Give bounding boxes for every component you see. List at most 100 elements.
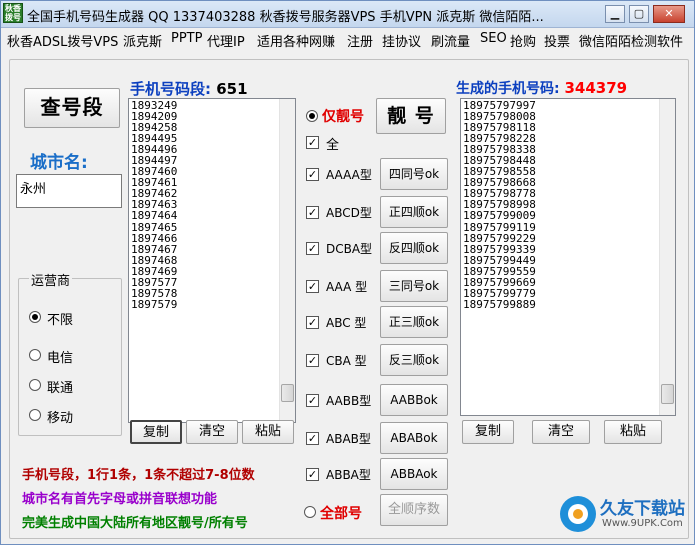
type-button-dcba[interactable]: 反四顺ok [380, 232, 448, 264]
menu-item-seo[interactable]: SEO [480, 31, 507, 46]
app-icon: 秋香 拨号 [3, 3, 23, 23]
type-checkbox-cba[interactable]: ✓ [306, 354, 319, 367]
type-checkbox-dcba[interactable]: ✓ [306, 242, 319, 255]
type-button-abab[interactable]: ABABok [380, 422, 448, 454]
type-checkbox-label-abab: ABAB型 [326, 432, 371, 446]
generated-scrollbar[interactable] [659, 99, 675, 415]
note-generate-all: 完美生成中国大陆所有地区靓号/所有号 [22, 516, 248, 531]
type-checkbox-label-abc: ABC 型 [326, 316, 367, 330]
type-checkbox-aabb[interactable]: ✓ [306, 394, 319, 407]
watermark: 久友下载站 Www.9UPK.Com [556, 492, 686, 538]
menu-item-traffic[interactable]: 刷流量 [431, 31, 470, 50]
carrier-radio-telecom[interactable] [29, 349, 41, 361]
generated-list-item[interactable]: 18975799889 [463, 299, 675, 310]
segment-list-item[interactable]: 1897464 [131, 210, 295, 221]
type-checkbox-label-cba: CBA 型 [326, 354, 367, 368]
type-checkbox-abba[interactable]: ✓ [306, 468, 319, 481]
generated-label-text: 生成的手机号码: [456, 81, 560, 97]
menu-item-wechat[interactable]: 微信陌陌检测软件 [579, 31, 683, 50]
pretty-number-button[interactable]: 靓 号 [376, 98, 446, 134]
carrier-label-unicom: 联通 [47, 381, 74, 396]
type-button-aaaa[interactable]: 四同号ok [380, 158, 448, 190]
window-title: 全国手机号码生成器 QQ 1337403288 秋香拨号服务器VPS 手机VPN… [27, 10, 544, 25]
segment-list-item[interactable]: 1897579 [131, 299, 295, 310]
generated-list-item[interactable]: 18975799339 [463, 244, 675, 255]
type-button-abba[interactable]: ABBAok [380, 458, 448, 490]
type-button-abc[interactable]: 正三顺ok [380, 306, 448, 338]
type-button-aabb[interactable]: AABBok [380, 384, 448, 416]
type-checkbox-abab[interactable]: ✓ [306, 432, 319, 445]
type-checkbox-label-dcba: DCBA型 [326, 242, 373, 256]
segment-list-item[interactable]: 1897465 [131, 221, 295, 232]
generated-scroll-thumb[interactable] [661, 384, 674, 404]
only-pretty-radio[interactable] [306, 110, 318, 122]
city-input[interactable]: 永州 [16, 174, 122, 208]
segment-scrollbar[interactable] [279, 99, 295, 422]
segment-list-item[interactable]: 1897467 [131, 244, 295, 255]
segment-label-text: 手机号码段: [130, 80, 211, 98]
watermark-brand: 久友下载站 [600, 499, 685, 519]
carrier-radio-unicom[interactable] [29, 379, 41, 391]
main-panel: 查号段 城市名: 永州 运营商 不限 电信 联通 移动 手机号码段: 651 1… [9, 59, 689, 539]
carrier-group: 运营商 不限 电信 联通 移动 [18, 270, 122, 436]
carrier-group-title: 运营商 [29, 270, 73, 289]
maximize-button[interactable]: ▢ [629, 5, 649, 23]
type-checkbox-label-aabb: AABB型 [326, 394, 372, 408]
menu-item-register[interactable]: 注册 [347, 31, 373, 50]
note-city-suggest: 城市名有首先字母或拼音联想功能 [22, 492, 218, 507]
generated-list-item[interactable]: 18975799229 [463, 233, 675, 244]
segment-count: 651 [216, 80, 248, 98]
type-checkbox-label-aaaa: AAAA型 [326, 168, 372, 182]
segment-scroll-thumb[interactable] [281, 384, 294, 402]
generated-paste-button[interactable]: 粘贴 [604, 420, 662, 444]
type-checkbox-aaa[interactable]: ✓ [306, 280, 319, 293]
type-checkbox-abcd[interactable]: ✓ [306, 206, 319, 219]
carrier-radio-mobile[interactable] [29, 409, 41, 421]
type-button-abcd[interactable]: 正四顺ok [380, 196, 448, 228]
carrier-label-any: 不限 [47, 313, 74, 328]
menu-item-pptp[interactable]: PPTP [171, 31, 202, 46]
sequential-button[interactable]: 全顺序数 [380, 494, 448, 526]
carrier-label-telecom: 电信 [47, 351, 74, 366]
menu-item-protocol[interactable]: 挂协议 [382, 31, 421, 50]
app-window: 秋香 拨号 全国手机号码生成器 QQ 1337403288 秋香拨号服务器VPS… [0, 0, 695, 545]
menu-item-vote[interactable]: 投票 [544, 31, 570, 50]
close-button[interactable]: ✕ [653, 5, 685, 23]
generated-list-item[interactable]: 18975799119 [463, 221, 675, 232]
carrier-radio-any[interactable] [29, 311, 41, 323]
menu-item-earn[interactable]: 适用各种网赚 [257, 31, 335, 50]
title-bar[interactable]: 秋香 拨号 全国手机号码生成器 QQ 1337403288 秋香拨号服务器VPS… [1, 1, 694, 28]
only-pretty-label: 仅靓号 [322, 109, 364, 125]
segment-paste-button[interactable]: 粘贴 [242, 420, 294, 444]
type-button-cba[interactable]: 反三顺ok [380, 344, 448, 376]
type-checkbox-label-abba: ABBA型 [326, 468, 371, 482]
all-checkbox[interactable]: ✓ [306, 136, 319, 149]
segment-copy-button[interactable]: 复制 [130, 420, 182, 444]
segment-clear-button[interactable]: 清空 [186, 420, 238, 444]
type-button-aaa[interactable]: 三同号ok [380, 270, 448, 302]
note-segment-format: 手机号段，1行1条，1条不超过7-8位数 [22, 468, 255, 483]
all-numbers-label: 全部号 [320, 506, 362, 522]
generated-copy-button[interactable]: 复制 [462, 420, 514, 444]
menu-bar: 秋香ADSL拨号VPS 派克斯 PPTP 代理IP 适用各种网赚 注册 挂协议 … [1, 28, 694, 50]
generated-list-item[interactable]: 18975799009 [463, 210, 675, 221]
generated-clear-button[interactable]: 清空 [532, 420, 590, 444]
menu-item-adsl[interactable]: 秋香ADSL拨号VPS [7, 31, 118, 50]
generated-list[interactable]: 18975797997 18975798008 18975798118 1897579… [460, 98, 676, 416]
segment-label: 手机号码段: 651 [130, 78, 248, 99]
menu-item-rush[interactable]: 抢购 [510, 31, 536, 50]
city-label: 城市名: [30, 153, 88, 173]
type-checkbox-aaaa[interactable]: ✓ [306, 168, 319, 181]
segment-list-items: 1893249 1894209 1894258 1894495 1894496 18944… [129, 99, 295, 310]
all-numbers-radio[interactable] [304, 506, 316, 518]
menu-item-pikes[interactable]: 派克斯 [123, 31, 162, 50]
type-checkbox-label-abcd: ABCD型 [326, 206, 372, 220]
segment-list[interactable]: 1893249 1894209 1894258 1894495 1894496 18944… [128, 98, 296, 423]
generated-count: 344379 [564, 79, 628, 97]
type-checkbox-abc[interactable]: ✓ [306, 316, 319, 329]
segment-list-item[interactable]: 1897466 [131, 233, 295, 244]
menu-item-proxy[interactable]: 代理IP [207, 31, 245, 50]
minimize-button[interactable]: ▁ [605, 5, 625, 23]
query-segment-button[interactable]: 查号段 [24, 88, 120, 128]
generated-list-items: 18975797997 18975798008 18975798118 1897579… [461, 99, 675, 310]
